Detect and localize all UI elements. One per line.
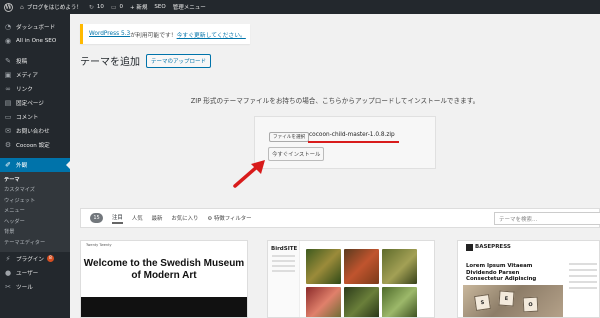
theme-preview-sidebar: BirdSITE — [268, 241, 300, 317]
bird-photo — [344, 287, 379, 317]
mail-icon: ✉ — [5, 127, 11, 135]
appearance-submenu: テーマ カスタマイズ ウィジェット メニュー ヘッダー 背景 テーマエディター — [0, 172, 70, 252]
feature-filter-button[interactable]: ⚙ 特徴フィルター — [207, 214, 251, 222]
admin-menu-link[interactable]: 管理メニュー — [173, 3, 206, 11]
theme-card-twenty-twenty[interactable]: Twenty Twenty Welcome to the Swedish Mus… — [80, 240, 248, 318]
basepress-header: BASEPRESS — [458, 241, 599, 253]
home-icon: ⌂ — [20, 3, 24, 11]
update-now-link[interactable]: 今すぐ更新してください。 — [177, 30, 246, 39]
birdsite-logo: BirdSITE — [271, 246, 298, 252]
submenu-widgets[interactable]: ウィジェット — [0, 195, 70, 206]
sidebar-item-cocoon-settings[interactable]: ⚙ Cocoon 設定 — [0, 138, 70, 152]
update-notice: WordPress 5.3 が利用可能です！ 今すぐ更新してください。 — [80, 24, 250, 44]
dashboard-icon: ◔ — [4, 23, 12, 31]
submenu-menus[interactable]: メニュー — [0, 206, 70, 217]
gear-icon: ⚙ — [4, 141, 12, 149]
media-icon: ▣ — [4, 71, 12, 79]
seo-tiles-image: S E O — [463, 285, 563, 317]
sidebar-item-users[interactable]: ● ユーザー — [0, 266, 70, 280]
user-icon: ● — [4, 268, 12, 277]
notice-text: が利用可能です！ — [130, 32, 177, 39]
admin-bar: W ⌂ ブログをはじめよう！ ↻ 10 ▭ 0 + 新規 SEO 管理メニュー — [0, 0, 600, 14]
wordpress-version-link[interactable]: WordPress 5.3 — [89, 31, 130, 37]
choose-file-button[interactable]: ファイルを選択 — [269, 132, 310, 142]
theme-search-input[interactable]: テーマを検索... — [494, 212, 600, 225]
sidebar-item-contact[interactable]: ✉ お問い合わせ — [0, 124, 70, 138]
comment-icon: ▭ — [4, 113, 12, 121]
tool-icon: ✂ — [5, 282, 11, 291]
bird-photo — [306, 249, 341, 284]
sidebar-item-all-in-one-seo[interactable]: ◉ All in One SEO — [0, 34, 70, 48]
tile-s: S — [474, 294, 491, 311]
site-name-link[interactable]: ⌂ ブログをはじめよう！ — [20, 3, 82, 12]
sidebar-item-posts[interactable]: ✎ 投稿 — [0, 54, 70, 68]
tab-featured[interactable]: 注目 — [112, 213, 123, 224]
theme-preview-title: Welcome to the Swedish Museum of Modern … — [83, 258, 245, 281]
seo-menu-link[interactable]: SEO — [154, 4, 165, 10]
sidebar-item-links[interactable]: ∞ リンク — [0, 82, 70, 96]
submenu-header[interactable]: ヘッダー — [0, 216, 70, 227]
upload-form: ファイルを選択 cocoon-child-master-1.0.8.zip 今す… — [254, 116, 436, 169]
sidebar-item-dashboard[interactable]: ◔ ダッシュボード — [0, 20, 70, 34]
tile-e: E — [498, 290, 515, 307]
selected-file-name: cocoon-child-master-1.0.8.zip — [309, 132, 395, 138]
seo-icon: ◉ — [4, 37, 12, 45]
tile-o: O — [522, 296, 539, 313]
comments-link[interactable]: ▭ 0 — [111, 4, 123, 11]
basepress-logo: BASEPRESS — [475, 244, 511, 250]
install-now-button[interactable]: 今すぐインストール — [268, 147, 325, 161]
theme-count: 15 — [90, 213, 103, 223]
bird-photo — [382, 249, 417, 284]
basepress-sidebar-lines — [569, 263, 597, 293]
tab-favorites[interactable]: お気に入り — [171, 214, 198, 222]
basepress-heading: Lorem Ipsum Vitaeam Dividendo Parsen Con… — [466, 263, 537, 282]
sidebar-item-media[interactable]: ▣ メディア — [0, 68, 70, 82]
sidebar-item-plugins[interactable]: ⚡ プラグイン 8 — [0, 252, 70, 266]
plugin-icon: ⚡ — [5, 254, 11, 263]
page-icon: ▤ — [4, 99, 12, 107]
sidebar-item-tools[interactable]: ✂ ツール — [0, 280, 70, 294]
submenu-customize[interactable]: カスタマイズ — [0, 185, 70, 196]
sidebar-item-comments[interactable]: ▭ コメント — [0, 110, 70, 124]
submenu-theme-editor[interactable]: テーマエディター — [0, 237, 70, 248]
plugins-update-badge: 8 — [46, 255, 54, 262]
submenu-themes[interactable]: テーマ — [0, 174, 70, 185]
updates-icon: ↻ — [88, 3, 94, 11]
link-icon: ∞ — [5, 85, 11, 93]
tab-popular[interactable]: 人気 — [132, 214, 143, 222]
upload-description: ZIP 形式のテーマファイルをお持ちの場合、こちらからアップロードしてインストー… — [190, 97, 480, 105]
bird-photo — [306, 287, 341, 317]
wordpress-logo-icon[interactable]: W — [4, 2, 13, 12]
upload-theme-button[interactable]: テーマのアップロード — [146, 53, 212, 68]
basepress-logo-icon — [466, 243, 473, 251]
paint-brush-icon: ✐ — [5, 161, 11, 169]
admin-sidebar: ◔ ダッシュボード ◉ All in One SEO ✎ 投稿 ▣ メディア ∞ リンク … — [0, 14, 70, 318]
tab-latest[interactable]: 最新 — [152, 214, 163, 222]
red-arrow-annotation — [233, 160, 265, 188]
bird-photo — [344, 249, 379, 284]
page-title: テーマを追加 — [80, 57, 140, 68]
new-content-link[interactable]: + 新規 — [130, 3, 147, 11]
theme-preview-header: Twenty Twenty — [86, 243, 112, 247]
bird-photo — [382, 287, 417, 317]
comment-bubble-icon: ▭ — [110, 3, 117, 11]
page-header: テーマを追加 テーマのアップロード — [80, 53, 212, 68]
sidebar-item-appearance[interactable]: ✐ 外観 — [0, 158, 70, 172]
theme-card-basepress[interactable]: BASEPRESS Lorem Ipsum Vitaeam Dividendo … — [457, 240, 600, 318]
updates-link[interactable]: ↻ 10 — [89, 4, 104, 11]
sidebar-item-pages[interactable]: ▤ 固定ページ — [0, 96, 70, 110]
theme-filter-bar: 15 注目 人気 最新 お気に入り ⚙ 特徴フィルター テーマを検索... — [80, 208, 600, 228]
submenu-background[interactable]: 背景 — [0, 227, 70, 238]
theme-preview-dark-band — [81, 297, 247, 317]
file-name-highlight — [308, 141, 399, 143]
pin-icon: ✎ — [5, 57, 11, 65]
theme-card-birdsite[interactable]: BirdSITE — [267, 240, 435, 318]
